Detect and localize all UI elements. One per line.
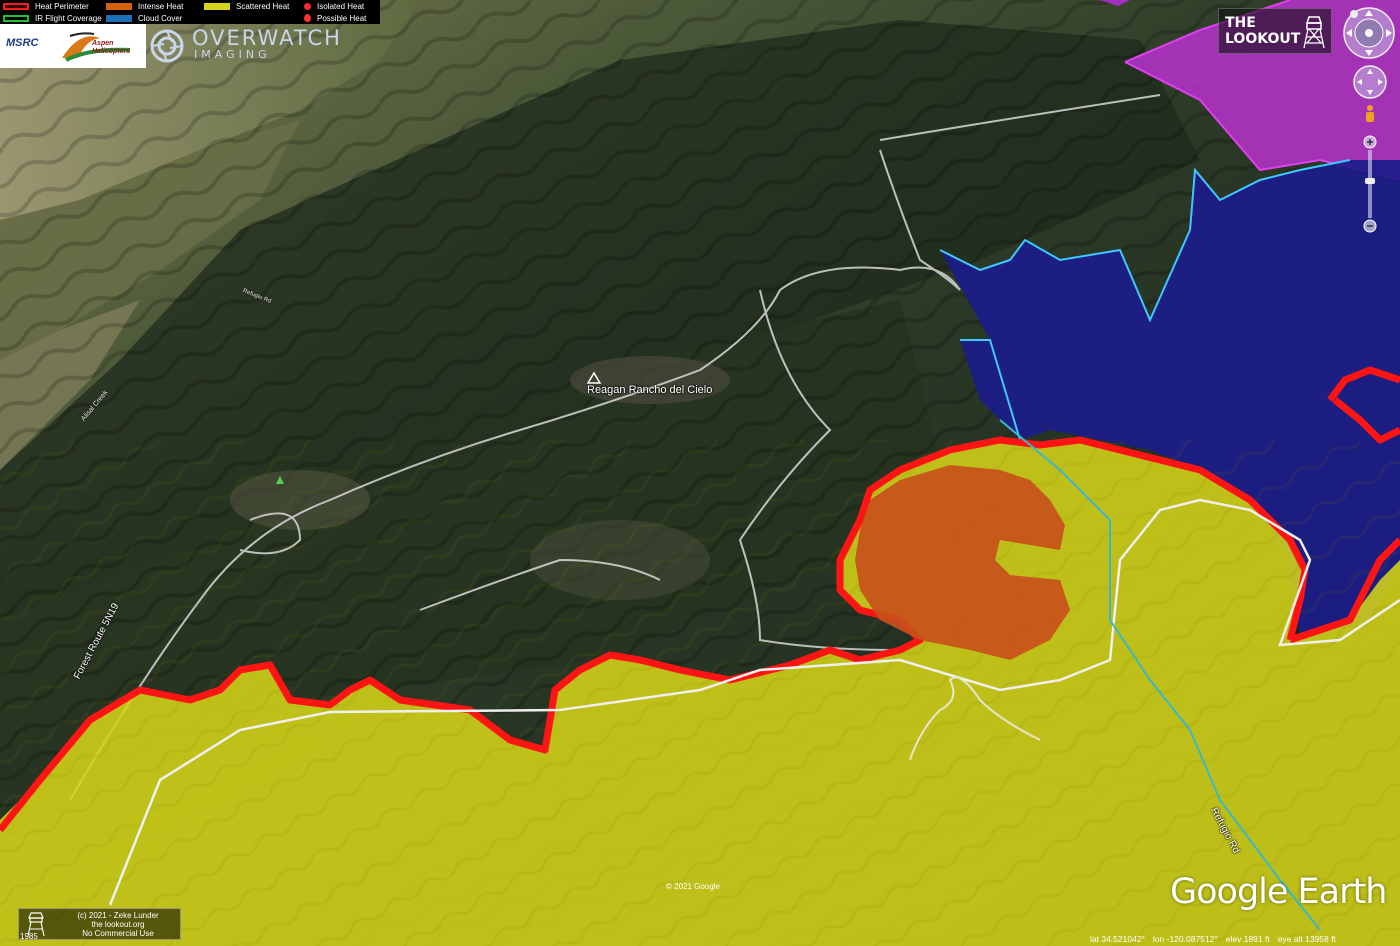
lookout-line1: THE — [1225, 15, 1256, 31]
credit-line2: the lookout.org — [91, 920, 145, 929]
msrc-logo: MSRC — [6, 37, 39, 49]
terrain-map[interactable] — [0, 0, 1400, 946]
status-elev: elev 1891 ft — [1225, 933, 1270, 944]
legend-possible-heat: Possible Heat — [296, 12, 366, 24]
isolated-heat-dot-icon — [304, 2, 311, 10]
sponsor-logos: MSRC Aspen Helicopters — [0, 24, 146, 68]
legend-ir-flight-coverage: IR Flight Coverage — [3, 12, 102, 24]
legend-heat-perimeter: Heat Perimeter — [3, 0, 89, 12]
map-viewer[interactable]: Reagan Rancho del Cielo Forest Route 5N1… — [0, 0, 1400, 946]
look-around-control[interactable] — [1342, 6, 1396, 60]
imagery-year: 1985 — [20, 932, 38, 941]
coordinate-status-bar: lat 34.521042° lon -120.087512° elev 189… — [1090, 931, 1400, 946]
overwatch-subtitle: IMAGING — [194, 48, 271, 61]
legend-cloud-cover: Cloud Cover — [106, 12, 182, 24]
overwatch-logo: OVERWATCH IMAGING — [148, 26, 384, 66]
watchtower-icon — [1303, 16, 1325, 49]
the-lookout-badge: THE LOOKOUT — [1218, 8, 1332, 54]
lookout-line2: LOOKOUT — [1225, 31, 1301, 47]
legend-scattered-heat: Scattered Heat — [204, 0, 289, 12]
credit-line3: No Commercial Use — [82, 929, 154, 938]
street-view-pegman-icon[interactable] — [1362, 104, 1378, 126]
credit-line1: (c) 2021 - Zeke Lunder — [77, 911, 159, 920]
possible-heat-pin-icon — [304, 14, 311, 22]
legend-isolated-heat: Isolated Heat — [296, 0, 364, 12]
status-eye-alt: eye alt 13958 ft — [1277, 933, 1336, 944]
zoom-slider[interactable] — [1362, 134, 1378, 234]
status-lat: lat 34.521042° — [1090, 933, 1145, 944]
aspen-helicopters-text: Aspen Helicopters — [92, 40, 131, 55]
move-control[interactable] — [1352, 64, 1388, 100]
status-lon: lon -120.087512° — [1152, 933, 1218, 944]
map-legend: Heat Perimeter IR Flight Coverage Intens… — [0, 0, 380, 24]
google-copyright: © 2021 Google — [666, 882, 720, 891]
google-earth-logo: Google Earth — [1170, 872, 1387, 912]
legend-intense-heat: Intense Heat — [106, 0, 183, 12]
overwatch-title: OVERWATCH — [192, 26, 342, 50]
overwatch-lens-icon — [150, 29, 184, 63]
landmark-label: Reagan Rancho del Cielo — [587, 384, 713, 396]
author-credit: (c) 2021 - Zeke Lunder the lookout.org N… — [18, 908, 181, 940]
